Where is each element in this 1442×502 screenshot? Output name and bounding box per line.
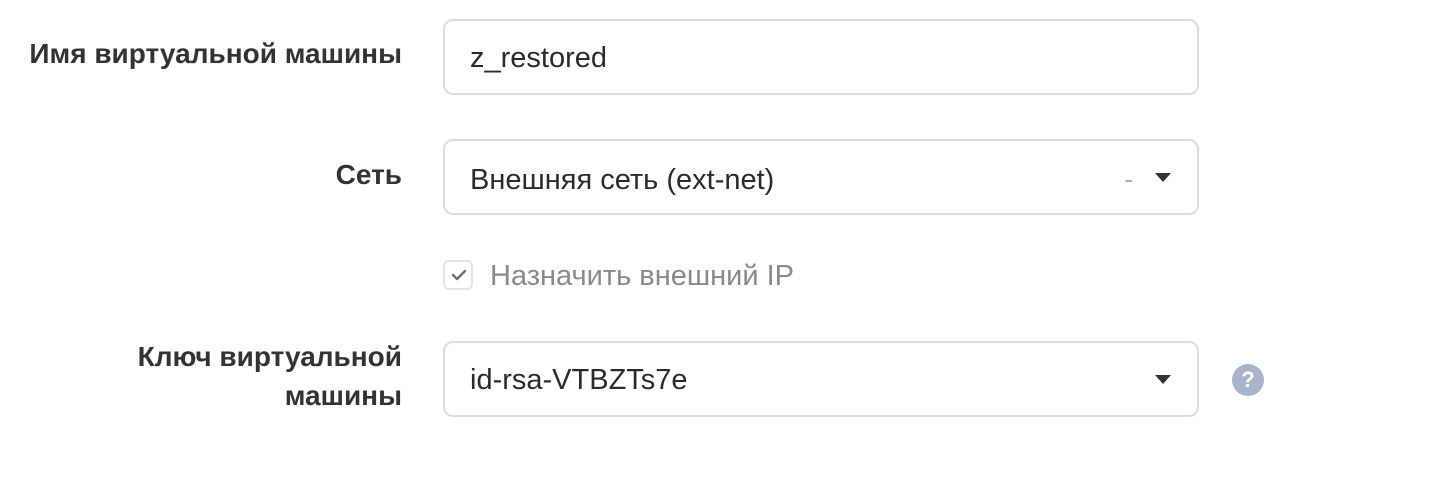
chevron-down-icon[interactable] [1155,375,1171,384]
vm-name-value: z_restored [470,42,608,74]
vm-key-selected-value: id-rsa-VTBZTs7e [470,364,688,396]
help-icon[interactable]: ? [1232,364,1264,396]
assign-external-ip-label: Назначить внешний IP [490,260,794,292]
network-clear-button[interactable]: - [1124,161,1133,197]
network-label: Сеть [335,159,402,190]
vm-key-label-line2: машины [284,380,402,411]
assign-external-ip-checkbox[interactable] [443,260,473,290]
chevron-down-icon[interactable] [1155,173,1171,182]
vm-key-select[interactable]: id-rsa-VTBZTs7e [443,341,1199,417]
vm-name-label: Имя виртуальной машины [29,38,402,69]
vm-name-input[interactable]: z_restored [443,19,1199,95]
vm-key-label-line1: Ключ виртуальной [137,341,402,372]
network-select[interactable]: Внешняя сеть (ext-net) - [443,139,1199,215]
network-selected-value: Внешняя сеть (ext-net) [470,164,775,196]
checkmark-icon [451,269,467,281]
restore-vm-form: Имя виртуальной машины z_restored Сеть В… [0,0,1442,502]
